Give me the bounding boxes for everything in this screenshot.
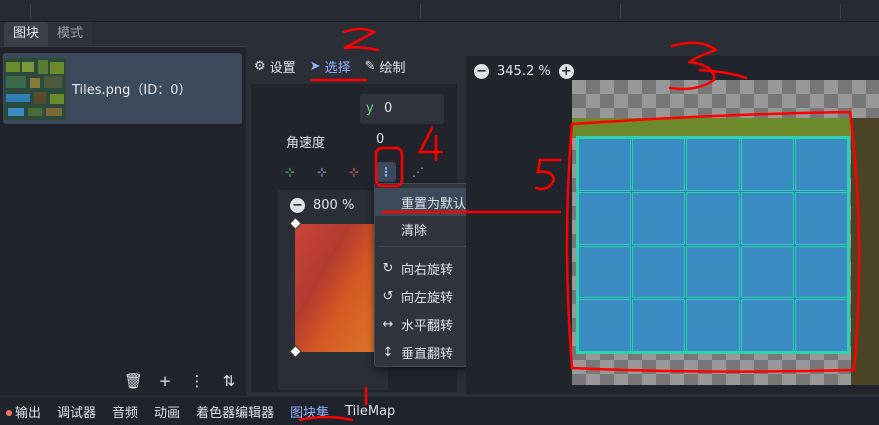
atlas-dirt-column: [851, 118, 879, 385]
source-actions: 🗑 + ⋮ ⇅: [0, 366, 246, 396]
select-label: 选择: [324, 60, 351, 76]
plus-icon[interactable]: +: [156, 372, 174, 390]
angular-velocity-label: 角速度: [286, 136, 326, 151]
flip-horizontal-icon: ↔: [382, 316, 394, 332]
snap-icon[interactable]: ⋰: [408, 162, 428, 182]
more-icon[interactable]: ⋮: [376, 162, 396, 182]
y-field[interactable]: y 0: [360, 94, 444, 124]
wrench-icon: ⚙: [254, 58, 266, 74]
tab-audio[interactable]: 音频: [112, 402, 138, 421]
tab-tiles[interactable]: 图块: [4, 22, 49, 46]
y-label: y: [366, 101, 374, 116]
brush-icon: ✎: [364, 58, 376, 74]
cursor-icon: ➤: [309, 58, 321, 74]
tileset-tabs: 图块 模式: [4, 22, 93, 46]
y-value: 0: [384, 101, 393, 116]
rotate-right-icon: ↻: [382, 260, 394, 276]
bottom-panel-tabs: 输出 调试器 音频 动画 着色器编辑器 图块集 TileMap: [0, 397, 879, 425]
tileset-thumbnail: [4, 58, 66, 120]
tile-toolbar: ⚙ 设置 ➤ 选择 ✎ 绘制: [254, 54, 406, 78]
tile-preview[interactable]: [295, 224, 380, 352]
zoom-out-icon[interactable]: −: [290, 198, 305, 213]
select-button[interactable]: ➤ 选择: [310, 57, 351, 76]
tab-debugger[interactable]: 调试器: [57, 402, 96, 421]
tab-patterns[interactable]: 模式: [48, 22, 93, 46]
tab-output[interactable]: 输出: [6, 402, 41, 421]
polygon-tools: ⊹ ⊹ ⊹ ⋮ ⋰: [280, 160, 428, 184]
atlas-zoom-value: 345.2 %: [497, 64, 551, 79]
top-strip: [0, 0, 879, 22]
flip-vertical-icon: ↕: [382, 344, 394, 360]
tab-tilemap[interactable]: TileMap: [345, 404, 395, 419]
polygon-zoom: − 800 %: [290, 198, 354, 213]
polygon-zoom-value: 800 %: [313, 198, 355, 213]
settings-button[interactable]: ⚙ 设置: [254, 57, 296, 76]
remove-point-icon[interactable]: ⊹: [344, 162, 364, 182]
atlas-zoom: − 345.2 % +: [474, 64, 574, 79]
add-point-icon[interactable]: ⊹: [280, 162, 300, 182]
sort-icon[interactable]: ⇅: [220, 372, 238, 390]
tab-tileset[interactable]: 图块集: [290, 402, 329, 421]
atlas-selected-tiles[interactable]: [576, 136, 850, 354]
paint-label: 绘制: [379, 60, 406, 76]
tab-animation[interactable]: 动画: [154, 402, 180, 421]
settings-label: 设置: [269, 60, 296, 76]
zoom-out-icon[interactable]: −: [474, 64, 489, 79]
tile-source-label: Tiles.png（ID：0）: [72, 83, 192, 98]
more-icon[interactable]: ⋮: [188, 372, 206, 390]
rotate-left-icon: ↺: [382, 288, 394, 304]
angular-velocity-value[interactable]: 0: [376, 132, 384, 147]
paint-button[interactable]: ✎ 绘制: [365, 57, 406, 76]
zoom-in-icon[interactable]: +: [558, 64, 574, 79]
atlas-grass-row: [572, 118, 851, 138]
edit-point-icon[interactable]: ⊹: [312, 162, 332, 182]
error-dot-icon: [6, 410, 12, 416]
trash-icon[interactable]: 🗑: [124, 372, 143, 390]
tab-shader-editor[interactable]: 着色器编辑器: [196, 402, 274, 421]
